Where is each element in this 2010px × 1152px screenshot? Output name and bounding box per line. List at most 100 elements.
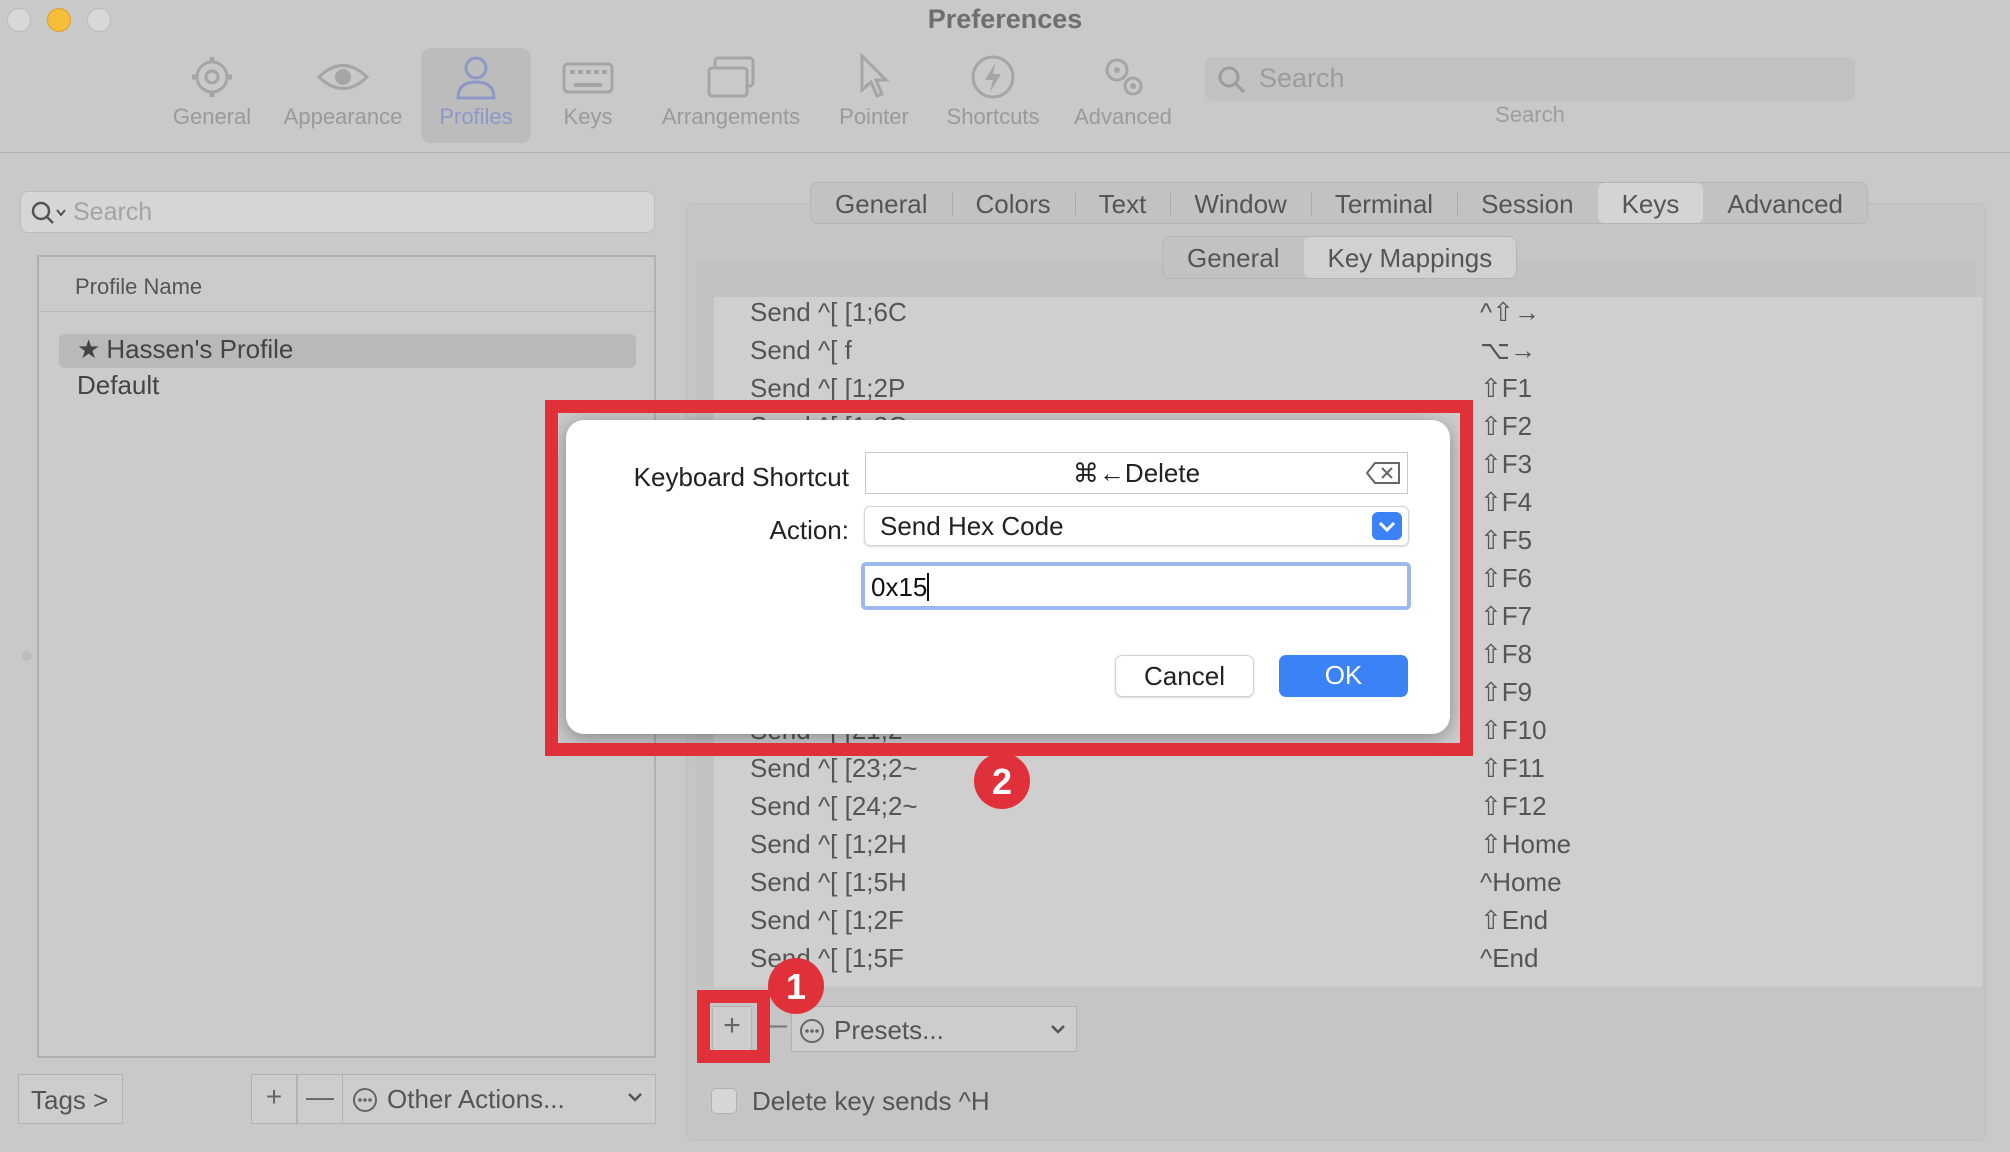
table-row[interactable]: Send ^[ f ⌥→ bbox=[750, 335, 1970, 373]
search-menu-icon bbox=[31, 201, 66, 224]
chevron-down-icon bbox=[628, 1093, 642, 1102]
title-bar: Preferences bbox=[0, 0, 2010, 40]
mapping-shortcut: ⇧F1 bbox=[1480, 373, 1533, 403]
gears-icon bbox=[1105, 58, 1143, 96]
mapping-shortcut: ⇧F5 bbox=[1480, 525, 1533, 555]
window-title: Preferences bbox=[927, 4, 1083, 34]
tab-terminal[interactable]: Terminal bbox=[1310, 183, 1457, 223]
presets-label: Presets... bbox=[834, 1015, 944, 1045]
lightning-icon bbox=[971, 55, 1015, 99]
other-actions-label: Other Actions... bbox=[387, 1084, 565, 1114]
presets-menu[interactable]: Presets... bbox=[791, 1006, 1077, 1052]
remove-profile-button[interactable]: — bbox=[297, 1074, 343, 1124]
mapping-shortcut: ⇧F10 bbox=[1480, 715, 1547, 745]
mapping-action: Send ^[ [1;6C bbox=[750, 297, 907, 327]
toolbar-advanced[interactable]: Advanced bbox=[1070, 48, 1176, 143]
other-actions-menu[interactable]: Other Actions... bbox=[342, 1074, 656, 1124]
toolbar-arrangements-label: Arrangements bbox=[661, 104, 801, 129]
keys-subtabs: General Key Mappings bbox=[1162, 236, 1518, 279]
mapping-shortcut: ⇧F8 bbox=[1480, 639, 1533, 669]
tab-colors[interactable]: Colors bbox=[951, 183, 1075, 223]
profile-row-hassens-profile[interactable]: ★ Hassen's Profile bbox=[59, 334, 636, 368]
mapping-shortcut: ⇧F4 bbox=[1480, 487, 1533, 517]
keyboard-icon bbox=[562, 62, 614, 94]
tab-advanced[interactable]: Advanced bbox=[1703, 183, 1867, 223]
profile-row-default[interactable]: Default bbox=[59, 370, 636, 404]
split-view-handle[interactable] bbox=[22, 651, 32, 661]
mapping-shortcut: ⇧F12 bbox=[1480, 791, 1547, 821]
add-profile-button[interactable]: + bbox=[251, 1074, 297, 1124]
toolbar-search-label: Search bbox=[1495, 102, 1565, 127]
annotation-badge-2: 2 bbox=[974, 753, 1030, 809]
mapping-action: Send ^[ [1;2F bbox=[750, 905, 904, 935]
toolbar-general-label: General bbox=[172, 104, 252, 129]
table-row[interactable]: Send ^[ [1;2F ⇧End bbox=[750, 905, 1970, 943]
subtab-general[interactable]: General bbox=[1163, 237, 1304, 278]
more-icon bbox=[800, 1019, 824, 1043]
toolbar-arrangements[interactable]: Arrangements bbox=[652, 48, 810, 143]
profile-search-field[interactable]: Search bbox=[20, 191, 655, 233]
toolbar-profiles[interactable]: Profiles bbox=[421, 48, 531, 143]
toolbar-pointer[interactable]: Pointer bbox=[832, 48, 916, 143]
profile-name-column-header[interactable]: Profile Name bbox=[39, 257, 654, 312]
toolbar-general[interactable]: General bbox=[168, 48, 256, 143]
table-row[interactable]: Send ^[ [24;2~ ⇧F12 bbox=[750, 791, 1970, 829]
mapping-action: Send ^[ f bbox=[750, 335, 852, 365]
table-row[interactable]: Send ^[ [23;2~ ⇧F11 bbox=[750, 753, 1970, 791]
table-row[interactable]: Send ^[ [1;2H ⇧Home bbox=[750, 829, 1970, 867]
pointer-icon bbox=[860, 52, 890, 98]
annotation-highlight-dialog bbox=[545, 400, 1473, 756]
search-icon bbox=[1218, 66, 1246, 94]
mapping-shortcut: ⇧Home bbox=[1480, 829, 1572, 859]
toolbar-profiles-label: Profiles bbox=[439, 104, 513, 129]
toolbar-advanced-label: Advanced bbox=[1074, 104, 1172, 129]
tab-window[interactable]: Window bbox=[1170, 183, 1310, 223]
person-icon bbox=[456, 56, 496, 100]
delete-key-label: Delete key sends ^H bbox=[752, 1086, 990, 1116]
table-row[interactable]: Send ^[ [1;5F ^End bbox=[750, 943, 1970, 981]
tab-text[interactable]: Text bbox=[1074, 183, 1171, 223]
profile-search-placeholder: Search bbox=[73, 198, 153, 226]
toolbar-keys[interactable]: Keys bbox=[552, 48, 624, 143]
mapping-action: Send ^[ [1;2H bbox=[750, 829, 907, 859]
mapping-shortcut: ⌥→ bbox=[1480, 335, 1536, 365]
mapping-shortcut: ⇧F2 bbox=[1480, 411, 1533, 441]
mapping-action: Send ^[ [23;2~ bbox=[750, 753, 918, 783]
tab-keys[interactable]: Keys bbox=[1597, 183, 1704, 223]
mapping-shortcut: ⇧F6 bbox=[1480, 563, 1533, 593]
profile-name: Hassen's Profile bbox=[106, 334, 294, 364]
toolbar-keys-label: Keys bbox=[563, 104, 613, 129]
windows-icon bbox=[707, 56, 755, 98]
more-icon bbox=[353, 1088, 377, 1112]
profile-name: Default bbox=[77, 370, 160, 400]
mapping-action: Send ^[ [1;5H bbox=[750, 867, 907, 897]
tab-session[interactable]: Session bbox=[1457, 183, 1598, 223]
preferences-toolbar: General Appearance Profiles Keys Arrange… bbox=[0, 40, 2010, 153]
mapping-shortcut: ⇧F3 bbox=[1480, 449, 1533, 479]
star-icon: ★ bbox=[77, 334, 101, 364]
mapping-action: Send ^[ [24;2~ bbox=[750, 791, 918, 821]
table-row[interactable]: Send ^[ [1;5H ^Home bbox=[750, 867, 1970, 905]
eye-icon bbox=[316, 64, 370, 90]
mapping-shortcut: ^⇧→ bbox=[1480, 297, 1540, 327]
toolbar-shortcuts-label: Shortcuts bbox=[946, 104, 1040, 129]
subtab-key-mappings[interactable]: Key Mappings bbox=[1303, 237, 1517, 278]
delete-key-checkbox[interactable] bbox=[711, 1088, 737, 1114]
mapping-shortcut: ^End bbox=[1480, 943, 1539, 973]
toolbar-appearance[interactable]: Appearance bbox=[278, 48, 408, 143]
annotation-highlight-add-button bbox=[697, 990, 770, 1063]
toolbar-search-placeholder: Search bbox=[1259, 63, 1345, 93]
chevron-down-icon bbox=[1051, 1025, 1065, 1034]
mapping-shortcut: ⇧End bbox=[1480, 905, 1549, 935]
toolbar-search-field[interactable]: Search bbox=[1205, 57, 1855, 101]
toolbar-shortcuts[interactable]: Shortcuts bbox=[938, 48, 1048, 143]
gear-icon bbox=[192, 57, 232, 97]
mapping-shortcut: ⇧F11 bbox=[1480, 753, 1545, 783]
tags-button[interactable]: Tags > bbox=[18, 1074, 123, 1124]
table-row[interactable]: Send ^[ [1;6C ^⇧→ bbox=[750, 297, 1970, 335]
tab-general[interactable]: General bbox=[811, 183, 952, 223]
toolbar-appearance-label: Appearance bbox=[283, 104, 403, 129]
mapping-shortcut: ⇧F7 bbox=[1480, 601, 1533, 631]
toolbar-pointer-label: Pointer bbox=[839, 104, 909, 129]
profile-tabs: General Colors Text Window Terminal Sess… bbox=[810, 182, 1869, 224]
